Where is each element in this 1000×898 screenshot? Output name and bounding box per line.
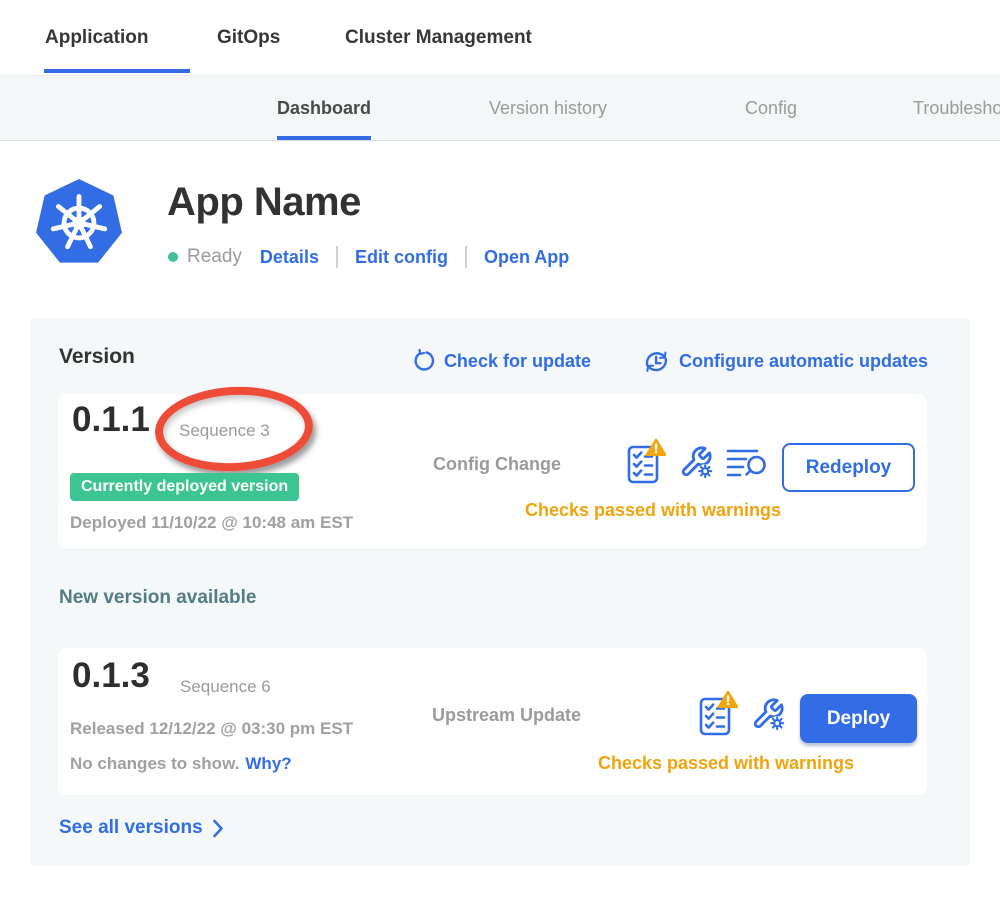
page-title: App Name <box>167 180 361 225</box>
new-version-banner: New version available <box>59 587 257 609</box>
current-version-number: 0.1.1 <box>72 400 150 440</box>
app-status-row: Ready Details Edit config Open App <box>168 243 569 271</box>
version-source-label: Config Change <box>433 454 561 475</box>
deploy-button[interactable]: Deploy <box>800 694 917 743</box>
available-version-card: 0.1.3 Sequence 6 Released 12/12/22 @ 03:… <box>58 648 927 795</box>
divider <box>465 246 467 268</box>
details-link[interactable]: Details <box>260 247 319 268</box>
available-sequence-label: Sequence 6 <box>180 677 271 697</box>
tab-application[interactable]: Application <box>45 0 148 75</box>
config-wrench-icon[interactable] <box>751 697 785 731</box>
version-check-icons <box>698 690 785 738</box>
currently-deployed-badge: Currently deployed version <box>70 473 299 501</box>
app-sub-nav: Dashboard Version history Config Trouble… <box>0 75 1000 141</box>
current-version-card: 0.1.1 Sequence 3 Currently deployed vers… <box>58 394 927 548</box>
available-version-number: 0.1.3 <box>72 656 150 696</box>
redeploy-button[interactable]: Redeploy <box>782 443 915 492</box>
divider <box>336 246 338 268</box>
status-label: Ready <box>187 246 242 268</box>
current-sequence-label: Sequence 3 <box>179 421 270 441</box>
auto-update-schedule-icon <box>643 348 670 375</box>
checks-status-message[interactable]: Checks passed with warnings <box>574 753 878 774</box>
primary-nav: Application GitOps Cluster Management <box>0 0 1000 75</box>
see-all-versions-link[interactable]: See all versions <box>59 817 224 839</box>
tab-dashboard[interactable]: Dashboard <box>277 76 371 140</box>
no-changes-row: No changes to show. Why? <box>70 754 292 774</box>
tab-config[interactable]: Config <box>745 76 797 140</box>
refresh-icon <box>410 349 435 374</box>
check-for-update-label: Check for update <box>444 351 591 372</box>
version-panel: Version Check for update Configure autom… <box>30 318 970 866</box>
released-timestamp: Released 12/12/22 @ 03:30 pm EST <box>70 719 353 739</box>
tab-troubleshoot[interactable]: Troubleshoot <box>913 76 1000 140</box>
preflight-checklist-warning-icon[interactable] <box>698 690 738 738</box>
deployed-timestamp: Deployed 11/10/22 @ 10:48 am EST <box>70 513 353 533</box>
version-actions: Check for update Configure automatic upd… <box>410 348 928 375</box>
tab-version-history[interactable]: Version history <box>489 76 607 140</box>
config-wrench-icon[interactable] <box>679 445 713 479</box>
tab-cluster-management[interactable]: Cluster Management <box>345 0 532 75</box>
version-source-label: Upstream Update <box>432 705 581 726</box>
checks-status-message[interactable]: Checks passed with warnings <box>501 500 805 521</box>
preflight-checklist-warning-icon[interactable] <box>626 438 666 486</box>
see-all-versions-label: See all versions <box>59 817 203 839</box>
tab-gitops[interactable]: GitOps <box>217 0 280 75</box>
version-section-title: Version <box>59 345 135 369</box>
version-check-icons <box>626 438 767 486</box>
configure-automatic-updates-link[interactable]: Configure automatic updates <box>643 348 928 375</box>
open-app-link[interactable]: Open App <box>484 247 569 268</box>
check-for-update-link[interactable]: Check for update <box>410 349 591 374</box>
edit-config-link[interactable]: Edit config <box>355 247 448 268</box>
chevron-right-icon <box>212 819 224 838</box>
view-diff-icon[interactable] <box>726 446 767 479</box>
status-ready-dot-icon <box>168 252 178 262</box>
why-link[interactable]: Why? <box>245 754 291 773</box>
admin-console-screen: Application GitOps Cluster Management Da… <box>0 0 1000 898</box>
no-changes-text: No changes to show. <box>70 754 239 773</box>
kubernetes-logo-icon <box>35 176 123 270</box>
configure-automatic-updates-label: Configure automatic updates <box>679 351 928 372</box>
